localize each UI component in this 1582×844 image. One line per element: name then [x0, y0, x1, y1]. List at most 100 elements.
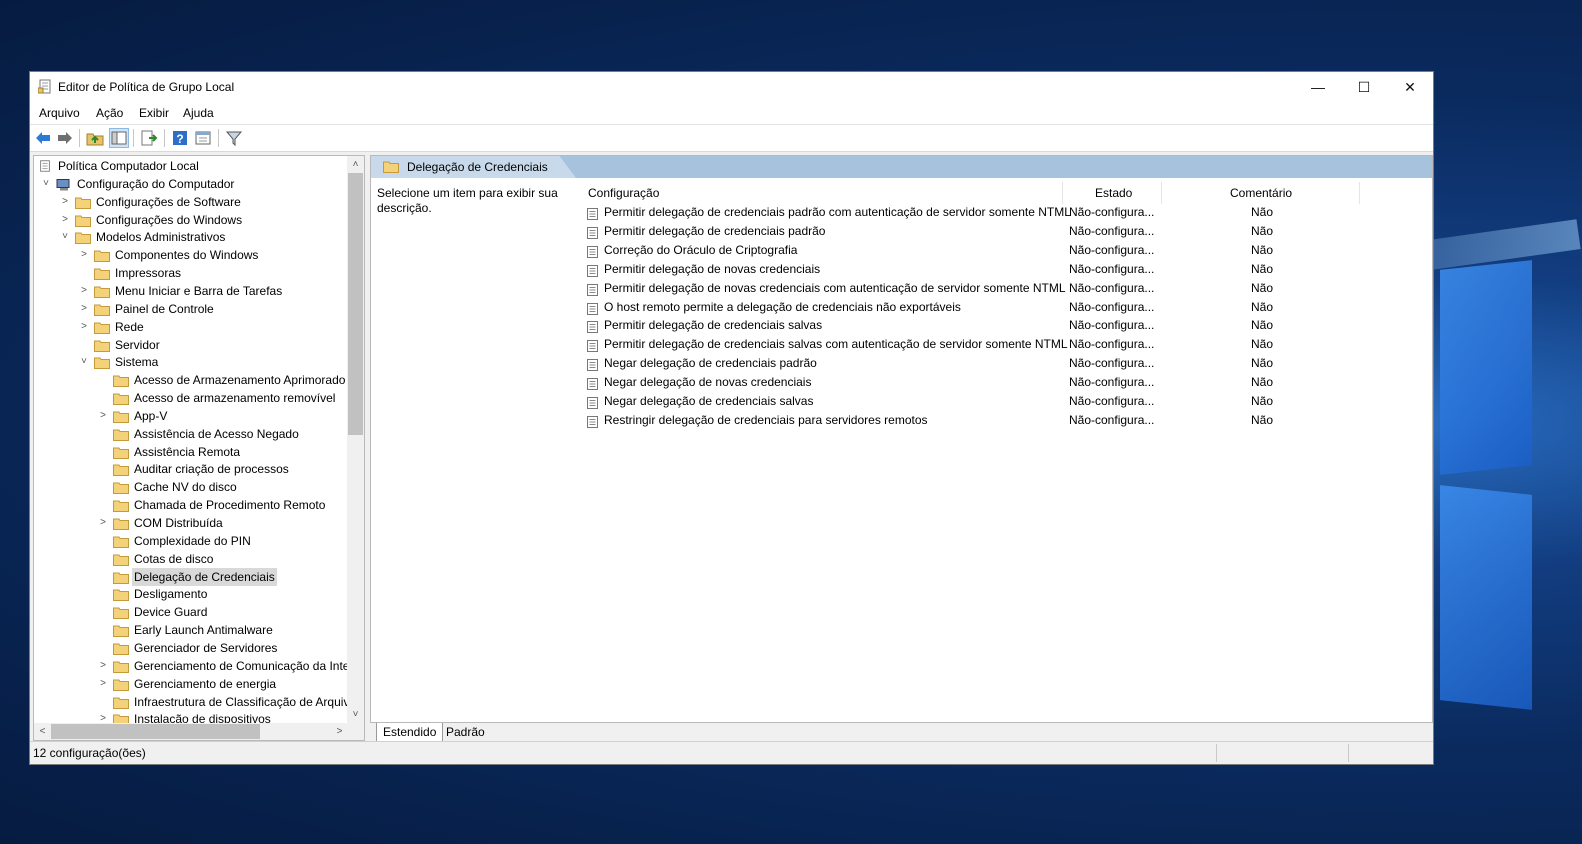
- menu-exibir[interactable]: Exibir: [139, 106, 169, 120]
- chevron-down-icon[interactable]: ˅: [59, 228, 71, 246]
- show-hide-tree-icon[interactable]: [109, 128, 129, 148]
- description-text: Selecione um item para exibir sua descri…: [377, 186, 558, 215]
- filter-icon[interactable]: [225, 129, 243, 147]
- chevron-right-icon[interactable]: ˃: [78, 282, 90, 300]
- scroll-up-arrow-icon[interactable]: ˄: [347, 156, 364, 173]
- tab-padrao[interactable]: Padrão: [440, 723, 491, 742]
- tree-item-label: App-V: [134, 408, 168, 423]
- folder-icon: [75, 231, 91, 245]
- chevron-right-icon[interactable]: ˃: [97, 675, 109, 693]
- column-separator[interactable]: [1062, 182, 1063, 204]
- setting-name: Negar delegação de credenciais padrão: [604, 356, 817, 371]
- column-header-setting[interactable]: Configuração: [588, 182, 659, 204]
- chevron-down-icon[interactable]: ˅: [40, 175, 52, 193]
- tree-item-label: Política Computador Local: [58, 159, 199, 173]
- toolbar: ?: [30, 124, 1433, 152]
- menu-acao[interactable]: Ação: [96, 106, 123, 120]
- folder-icon: [113, 374, 129, 388]
- maximize-button[interactable]: ☐: [1341, 72, 1387, 102]
- column-separator[interactable]: [1161, 182, 1162, 204]
- folder-icon: [113, 481, 129, 495]
- setting-comment: Não: [1251, 280, 1274, 295]
- tree-item-label: Assistência de Acesso Negado: [134, 426, 299, 441]
- setting-state: Não-configura...: [1069, 318, 1155, 333]
- setting-comment: Não: [1251, 318, 1274, 333]
- close-button[interactable]: ✕: [1387, 72, 1433, 102]
- scroll-right-arrow-icon[interactable]: >: [331, 723, 348, 740]
- chevron-right-icon[interactable]: ˃: [97, 514, 109, 532]
- setting-name: Correção do Oráculo de Criptografia: [604, 242, 798, 257]
- tree-item-label: Configuração do Computador: [77, 176, 235, 191]
- menu-bar: Arquivo Ação Exibir Ajuda: [30, 102, 1433, 124]
- scroll-down-arrow-icon[interactable]: ˅: [347, 706, 364, 723]
- setting-state: Não-configura...: [1069, 375, 1155, 390]
- chevron-right-icon[interactable]: ˃: [78, 318, 90, 336]
- folder-icon: [94, 285, 110, 298]
- tree-item-label: Cache NV do disco: [134, 480, 237, 495]
- tree-item-label: Configurações do Windows: [96, 212, 243, 227]
- policy-setting-icon: [587, 358, 598, 372]
- scroll-left-arrow-icon[interactable]: <: [34, 723, 51, 740]
- chevron-right-icon[interactable]: ˃: [97, 657, 109, 675]
- wallpaper-logo-pane: [1440, 485, 1532, 710]
- tree-hscroll-thumb[interactable]: [51, 724, 260, 739]
- tree-item-label: Menu Iniciar e Barra de Tarefas: [115, 283, 283, 298]
- column-header-comment[interactable]: Comentário: [1230, 182, 1292, 204]
- chevron-right-icon[interactable]: ˃: [59, 211, 71, 229]
- setting-state: Não-configura...: [1069, 299, 1155, 314]
- setting-comment: Não: [1251, 223, 1274, 238]
- chevron-right-icon[interactable]: ˃: [78, 246, 90, 264]
- setting-name: Permitir delegação de credenciais padrão: [604, 223, 826, 238]
- wallpaper-logo-pane: [1440, 260, 1532, 475]
- setting-comment: Não: [1251, 337, 1274, 352]
- tree-item-label: Device Guard: [134, 605, 208, 620]
- policy-setting-icon: [587, 245, 598, 258]
- back-arrow-icon[interactable]: [34, 129, 52, 147]
- setting-comment: Não: [1251, 356, 1274, 371]
- tree-item-label: COM Distribuída: [134, 516, 223, 530]
- chevron-right-icon[interactable]: ˃: [59, 193, 71, 211]
- folder-icon: [94, 303, 110, 316]
- tree-item-label: Delegação de Credenciais: [132, 567, 277, 586]
- menu-arquivo[interactable]: Arquivo: [39, 106, 80, 120]
- setting-state: Não-configura...: [1069, 223, 1155, 238]
- title-bar[interactable]: Editor de Política de Grupo Local — ☐ ✕: [30, 72, 1433, 102]
- tree-item-label: Early Launch Antimalware: [134, 623, 273, 638]
- tree-horizontal-scrollbar[interactable]: < >: [34, 723, 348, 740]
- tree-item-label: Chamada de Procedimento Remoto: [134, 498, 326, 513]
- policy-setting-icon: [587, 377, 598, 391]
- chevron-right-icon[interactable]: ˃: [97, 407, 109, 425]
- policy-setting-icon: [587, 320, 598, 334]
- forward-arrow-icon[interactable]: [56, 129, 74, 147]
- menu-ajuda[interactable]: Ajuda: [183, 106, 214, 120]
- folder-icon: [113, 588, 129, 602]
- status-separator: [1348, 744, 1349, 762]
- folder-icon: [113, 553, 129, 566]
- details-pane: Delegação de Credenciais Selecione um it…: [370, 155, 1433, 723]
- chevron-right-icon[interactable]: ˃: [78, 300, 90, 318]
- minimize-button[interactable]: —: [1295, 72, 1341, 102]
- up-folder-icon[interactable]: [86, 129, 104, 147]
- chevron-down-icon[interactable]: ˅: [78, 353, 90, 371]
- folder-icon: [94, 339, 110, 352]
- setting-name: O host remoto permite a delegação de cre…: [604, 299, 961, 314]
- tree-vertical-scrollbar[interactable]: ˄ ˅: [347, 156, 364, 723]
- tree-scroll-thumb[interactable]: [348, 173, 363, 435]
- folder-icon: [113, 660, 129, 673]
- folder-icon: [75, 214, 91, 227]
- help-icon[interactable]: ?: [171, 129, 189, 147]
- scrollbar-corner: [347, 723, 364, 740]
- column-header-state[interactable]: Estado: [1095, 182, 1132, 204]
- column-separator[interactable]: [1359, 182, 1360, 204]
- tree-pane[interactable]: Política Computador Local ˅ Configuração d…: [33, 155, 365, 741]
- tab-estendido[interactable]: Estendido: [376, 723, 444, 742]
- status-count: 12 configuração(ões): [33, 746, 146, 760]
- folder-icon: [383, 161, 399, 173]
- policy-setting-icon: [587, 339, 598, 353]
- folder-icon: [113, 428, 129, 441]
- export-list-icon[interactable]: [140, 129, 158, 147]
- tree-item-label: Modelos Administrativos: [96, 230, 226, 245]
- computer-icon: [56, 178, 72, 191]
- view-tabs: Estendido Padrão: [370, 723, 1433, 743]
- properties-icon[interactable]: [194, 129, 212, 147]
